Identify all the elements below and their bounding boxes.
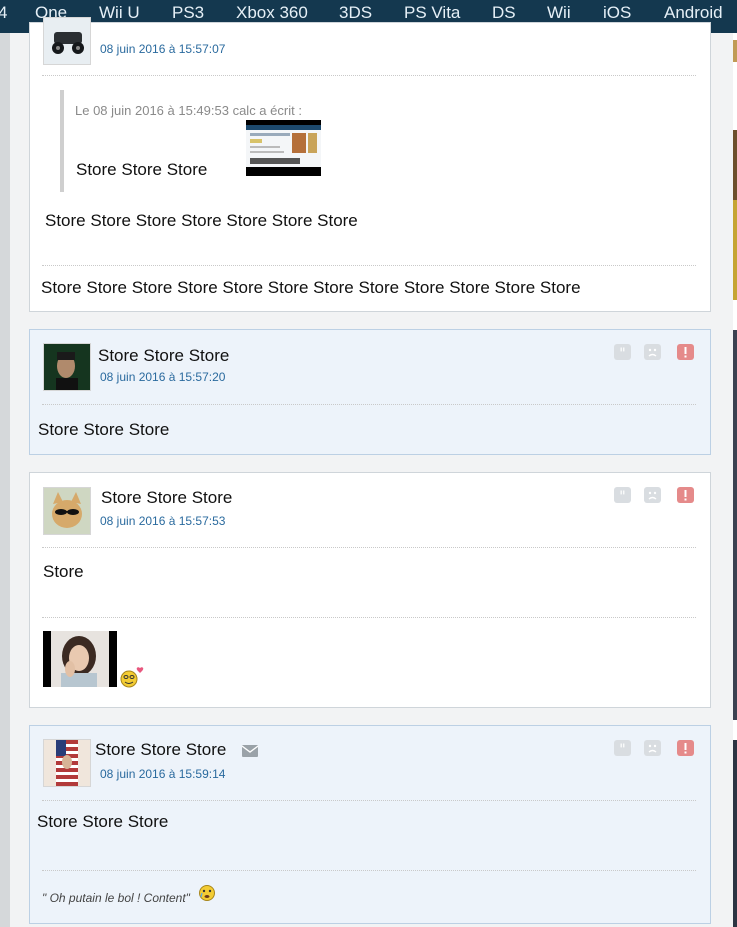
post-date[interactable]: 08 juin 2016 à 15:57:53 bbox=[100, 514, 225, 528]
nav-item-ds[interactable]: DS bbox=[492, 3, 516, 23]
quote-bar bbox=[60, 90, 64, 192]
post-text: Store bbox=[43, 562, 84, 581]
report-icon[interactable] bbox=[677, 740, 694, 756]
nav-item-ios[interactable]: iOS bbox=[603, 3, 631, 23]
forum-post: 08 juin 2016 à 15:57:07 Le 08 juin 2016 … bbox=[29, 17, 711, 312]
username[interactable]: Store Store Store bbox=[98, 346, 229, 366]
post-text: Store Store Store Store Store Store Stor… bbox=[45, 211, 358, 230]
svg-text:": " bbox=[619, 742, 625, 756]
quote-icon[interactable]: " bbox=[614, 487, 631, 503]
nav-item-wii-u[interactable]: Wii U bbox=[99, 3, 140, 23]
post-date[interactable]: 08 juin 2016 à 15:57:20 bbox=[100, 370, 225, 384]
nav-item-xbox-360[interactable]: Xbox 360 bbox=[236, 3, 308, 23]
nav-item-ps-vita[interactable]: PS Vita bbox=[404, 3, 460, 23]
post-text: Store Store Store bbox=[38, 420, 170, 439]
ad-fragment bbox=[733, 200, 737, 300]
signature-separator bbox=[42, 265, 696, 266]
post-actions: " bbox=[614, 344, 696, 362]
emoji-cry-icon bbox=[198, 884, 216, 907]
forum-post: 08 juin 2016 à 15:57:53 Store Store Stor… bbox=[29, 472, 711, 708]
forum-post: Store Store Store 08 juin 2016 à 15:57:2… bbox=[29, 329, 711, 455]
nav-item-partial[interactable]: 4 bbox=[0, 3, 7, 23]
nav-item-ps3[interactable]: PS3 bbox=[172, 3, 204, 23]
separator bbox=[42, 404, 696, 405]
post-date[interactable]: 08 juin 2016 à 15:57:07 bbox=[100, 42, 225, 56]
signature-image[interactable] bbox=[43, 631, 117, 687]
ad-fragment bbox=[733, 130, 737, 200]
report-icon[interactable] bbox=[677, 344, 694, 360]
post-actions: " bbox=[614, 740, 696, 758]
username[interactable]: Store Store Store bbox=[101, 488, 232, 508]
post-text: Store Store Store bbox=[37, 812, 169, 831]
ad-fragment bbox=[733, 330, 737, 720]
nav-item-wii[interactable]: Wii bbox=[547, 3, 571, 23]
quote-icon[interactable]: " bbox=[614, 344, 631, 360]
avatar[interactable] bbox=[43, 487, 91, 535]
post-date[interactable]: 08 juin 2016 à 15:59:14 bbox=[100, 767, 225, 781]
svg-text:": " bbox=[619, 346, 625, 360]
separator bbox=[42, 800, 696, 801]
forum-post: Store Store Store 08 juin 2016 à 15:59:1… bbox=[29, 725, 711, 924]
report-icon[interactable] bbox=[677, 487, 694, 503]
sad-face-icon[interactable] bbox=[644, 487, 661, 503]
emoji-in-love-icon bbox=[120, 665, 146, 694]
quote-icon[interactable]: " bbox=[614, 740, 631, 756]
sad-face-icon[interactable] bbox=[644, 344, 661, 360]
separator bbox=[42, 75, 696, 76]
quote-text: Store Store Store bbox=[76, 160, 208, 179]
post-signature: Store Store Store Store Store Store Stor… bbox=[41, 278, 581, 297]
post-actions: " bbox=[614, 487, 696, 505]
quote-header: Le 08 juin 2016 à 15:49:53 calc a écrit … bbox=[75, 103, 302, 118]
left-gutter bbox=[0, 33, 10, 927]
quote-image-screenshot[interactable] bbox=[246, 120, 321, 176]
avatar[interactable] bbox=[43, 17, 91, 65]
username[interactable]: Store Store Store bbox=[95, 740, 226, 760]
nav-item-android[interactable]: Android bbox=[664, 3, 723, 23]
avatar[interactable] bbox=[43, 343, 91, 391]
nav-item-3ds[interactable]: 3DS bbox=[339, 3, 372, 23]
signature-separator bbox=[42, 870, 696, 871]
sad-face-icon[interactable] bbox=[644, 740, 661, 756]
signature-separator bbox=[42, 617, 696, 618]
ad-fragment bbox=[733, 40, 737, 62]
separator bbox=[42, 547, 696, 548]
avatar[interactable] bbox=[43, 739, 91, 787]
svg-text:": " bbox=[619, 489, 625, 503]
post-signature: " Oh putain le bol ! Content" bbox=[42, 891, 190, 905]
ad-fragment bbox=[733, 740, 737, 927]
envelope-icon[interactable] bbox=[241, 744, 259, 762]
